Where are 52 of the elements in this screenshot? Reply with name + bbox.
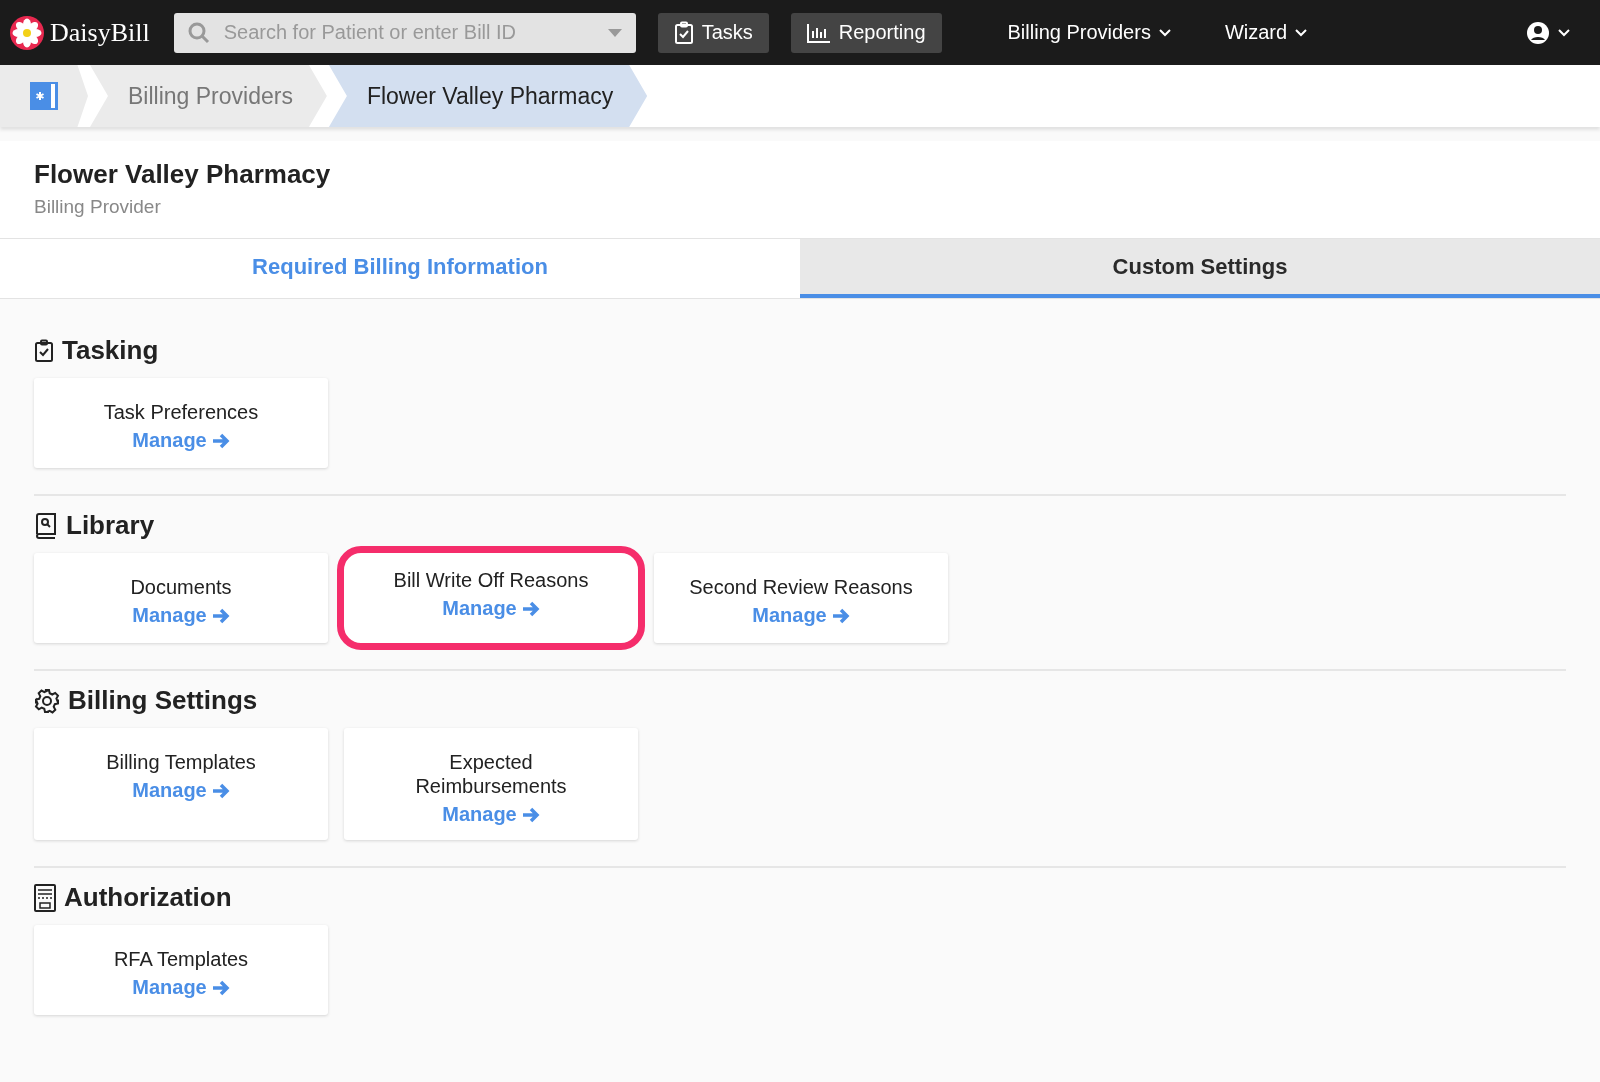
arrow-right-icon	[831, 607, 850, 624]
gear-icon	[34, 687, 60, 714]
card-title: Expected Reimbursements	[414, 750, 568, 798]
nav-button[interactable]: Tasks	[657, 12, 769, 53]
dropdown-caret-icon	[607, 28, 622, 37]
search-bar[interactable]: Search for Patient or enter Bill ID	[173, 12, 636, 53]
arrow-right-icon	[211, 432, 230, 449]
tab[interactable]: Custom Settings	[800, 239, 1600, 298]
book-search-icon	[34, 512, 58, 539]
search-icon	[187, 21, 210, 44]
provider-card-icon	[29, 81, 59, 111]
manage-link[interactable]: Manage	[132, 976, 230, 999]
chevron-down-icon	[1158, 28, 1171, 37]
breadcrumb-home[interactable]	[0, 65, 88, 127]
card-title: Task Preferences	[103, 400, 259, 424]
card-title: Second Review Reasons	[689, 575, 913, 599]
clipboard-check-icon	[673, 20, 694, 45]
page-subtitle: Billing Provider	[34, 196, 162, 218]
nav-menu[interactable]: Billing Providers	[991, 12, 1187, 53]
arrow-right-icon	[211, 979, 230, 996]
daisy-logo-icon[interactable]	[10, 15, 44, 50]
page-title: Flower Valley Pharmacy	[34, 159, 332, 190]
bar-chart-icon	[806, 22, 831, 43]
card-title: RFA Templates	[113, 947, 249, 971]
manage-link[interactable]: Manage	[132, 604, 230, 627]
manage-link[interactable]: Manage	[132, 429, 230, 452]
logo-text[interactable]: DaisyBill	[50, 17, 150, 48]
arrow-right-icon	[521, 600, 540, 617]
card-title: Documents	[130, 575, 232, 599]
arrow-right-icon	[211, 607, 230, 624]
form-document-icon	[34, 883, 56, 912]
nav-button[interactable]: Reporting	[790, 12, 942, 53]
section-title: Library	[66, 510, 155, 541]
breadcrumb-item[interactable]: Flower Valley Pharmacy	[328, 65, 648, 127]
section-title: Tasking	[62, 335, 159, 366]
card-title: Bill Write Off Reasons	[393, 568, 589, 592]
chevron-down-icon	[1558, 28, 1570, 37]
search-field[interactable]: Search for Patient or enter Bill ID	[221, 20, 596, 45]
manage-link[interactable]: Manage	[132, 779, 230, 802]
clipboard-check-icon	[34, 338, 54, 363]
card-title: Billing Templates	[106, 750, 256, 774]
manage-link[interactable]: Manage	[442, 597, 540, 620]
breadcrumb-item[interactable]: Billing Providers	[90, 65, 327, 127]
arrow-right-icon	[211, 782, 230, 799]
manage-link[interactable]: Manage	[442, 803, 540, 826]
chevron-down-icon	[1295, 28, 1308, 37]
nav-menu[interactable]: Wizard	[1208, 12, 1324, 53]
user-avatar-icon	[1526, 20, 1550, 45]
arrow-right-icon	[521, 806, 540, 823]
section-title: Billing Settings	[68, 685, 258, 716]
section-title: Authorization	[64, 882, 232, 913]
manage-link[interactable]: Manage	[752, 604, 850, 627]
